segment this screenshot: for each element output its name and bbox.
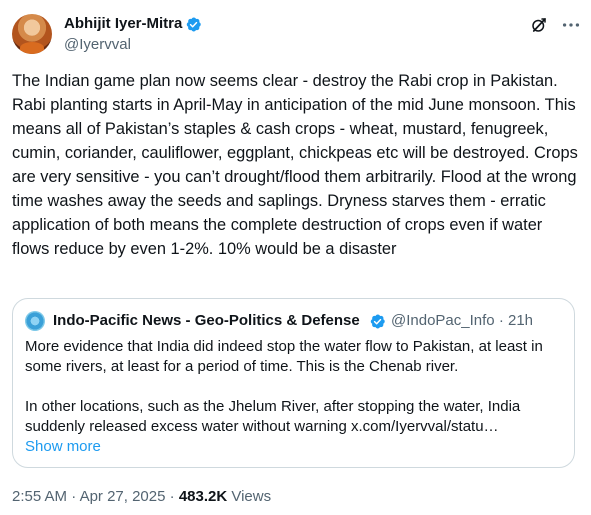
show-more-link[interactable]: Show more	[25, 437, 101, 457]
quoted-meta: @IndoPac_Info · 21h	[391, 311, 533, 331]
quoted-tweet[interactable]: Indo-Pacific News - Geo-Politics & Defen…	[12, 298, 575, 468]
author-name[interactable]: Abhijit Iyer-Mitra	[64, 14, 182, 34]
tweet-text: The Indian game plan now seems clear - d…	[12, 72, 578, 258]
footer-separator: ·	[67, 488, 80, 505]
verified-badge-icon	[370, 314, 385, 329]
views-label: Views	[227, 488, 272, 505]
post-date[interactable]: Apr 27, 2025	[80, 488, 166, 505]
author-avatar[interactable]	[12, 14, 52, 54]
author-handle[interactable]: @Iyervval	[64, 35, 131, 55]
quoted-time: 21h	[507, 312, 534, 329]
quoted-author-handle: @IndoPac_Info	[391, 312, 495, 329]
grok-icon[interactable]	[530, 16, 548, 34]
post-time[interactable]: 2:55 AM	[12, 488, 67, 505]
quoted-paragraph-2: In other locations, such as the Jhelum R…	[25, 398, 521, 435]
quoted-author-avatar	[25, 311, 45, 331]
quoted-paragraph-1: More evidence that India did indeed stop…	[25, 338, 543, 375]
tweet: Abhijit Iyer-Mitra @Iyervval The Indian …	[0, 0, 591, 515]
tweet-footer: 2:55 AM · Apr 27, 2025 · 483.2K Views	[12, 487, 271, 507]
quoted-author-name: Indo-Pacific News - Geo-Politics & Defen…	[53, 312, 360, 329]
views-count: 483.2K	[178, 488, 228, 505]
footer-separator: ·	[165, 488, 179, 505]
quoted-separator: ·	[498, 312, 504, 329]
more-horizontal-icon[interactable]	[560, 14, 582, 36]
verified-badge-icon	[186, 17, 201, 32]
quoted-text: More evidence that India did indeed stop…	[25, 337, 570, 437]
